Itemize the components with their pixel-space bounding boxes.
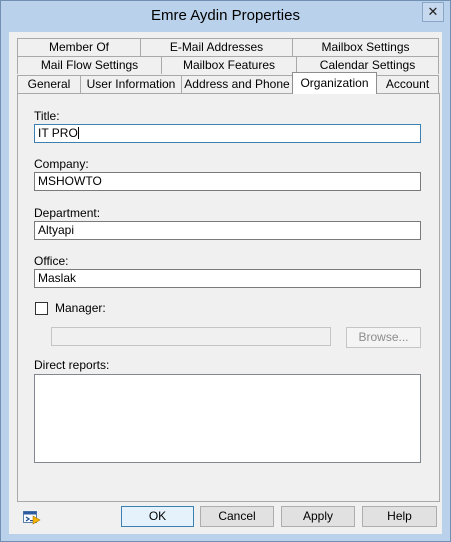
tab-mail-flow-settings[interactable]: Mail Flow Settings: [17, 56, 162, 74]
close-icon: ✕: [427, 4, 439, 19]
help-button[interactable]: Help: [362, 506, 437, 527]
direct-reports-list[interactable]: [34, 374, 421, 463]
tab-mailbox-features[interactable]: Mailbox Features: [161, 56, 297, 74]
close-button[interactable]: ✕: [422, 2, 444, 22]
browse-button: Browse...: [346, 327, 421, 348]
organization-tab-panel: Title: IT PRO Company: MSHOWTO Departmen…: [17, 93, 440, 502]
exchange-shell-icon[interactable]: [23, 510, 41, 526]
company-label: Company:: [34, 157, 89, 171]
text-caret: [77, 127, 79, 139]
department-field[interactable]: Altyapi: [34, 221, 421, 240]
manager-checkbox[interactable]: [35, 302, 48, 315]
title-label: Title:: [34, 109, 60, 123]
ok-button[interactable]: OK: [121, 506, 194, 527]
apply-button[interactable]: Apply: [281, 506, 355, 527]
title-field[interactable]: IT PRO: [34, 124, 421, 143]
company-field[interactable]: MSHOWTO: [34, 172, 421, 191]
window-title: Emre Aydin Properties: [151, 7, 300, 24]
tab-member-of[interactable]: Member Of: [17, 38, 141, 56]
manager-label: Manager:: [55, 301, 106, 315]
title-field-value: IT PRO: [38, 126, 78, 140]
department-label: Department:: [34, 206, 101, 220]
manager-field: [51, 327, 331, 346]
tab-mailbox-settings[interactable]: Mailbox Settings: [292, 38, 439, 56]
tab-organization[interactable]: Organization: [292, 72, 377, 94]
office-label: Office:: [34, 254, 69, 268]
tab-address-and-phone[interactable]: Address and Phone: [181, 75, 293, 93]
dialog-client-area: Member Of E-Mail Addresses Mailbox Setti…: [9, 32, 442, 534]
office-field[interactable]: Maslak: [34, 269, 421, 288]
tab-email-addresses[interactable]: E-Mail Addresses: [140, 38, 293, 56]
tab-user-information[interactable]: User Information: [80, 75, 182, 93]
direct-reports-label: Direct reports:: [34, 358, 110, 372]
cancel-button[interactable]: Cancel: [200, 506, 274, 527]
tab-general[interactable]: General: [17, 75, 81, 93]
title-bar[interactable]: Emre Aydin Properties ✕: [1, 1, 450, 32]
tab-account[interactable]: Account: [376, 75, 439, 93]
properties-window: Emre Aydin Properties ✕ Member Of E-Mail…: [0, 0, 451, 542]
